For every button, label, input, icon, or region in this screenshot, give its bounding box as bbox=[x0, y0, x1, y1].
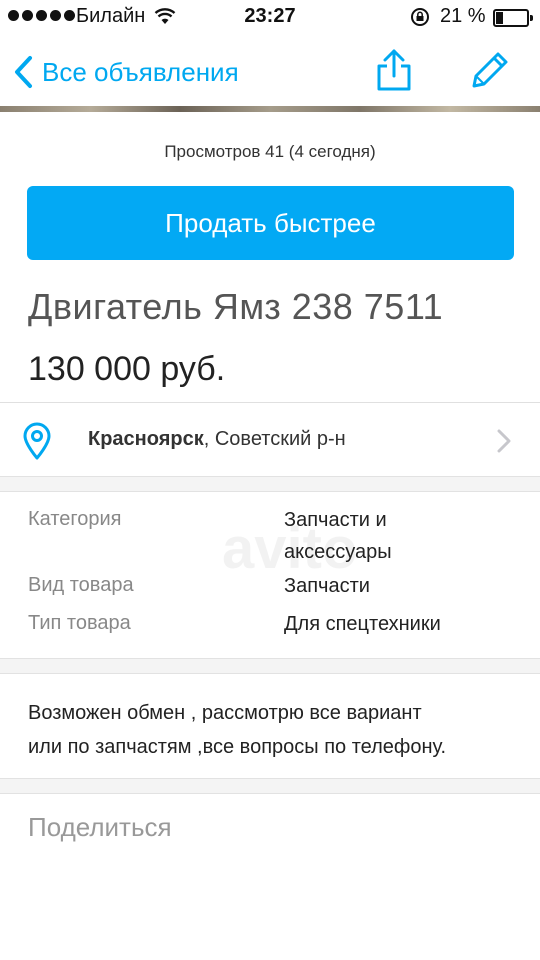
google-plus-icon: G+ bbox=[451, 888, 489, 918]
section-separator bbox=[0, 778, 540, 794]
status-bar: Билайн 23:27 21 % bbox=[0, 0, 540, 36]
views-counter: Просмотров 41 (4 сегодня) bbox=[164, 142, 376, 161]
param-value-line: аксессуары bbox=[284, 541, 392, 563]
facebook-share-button[interactable] bbox=[230, 866, 304, 940]
description-line: Возможен обмен , рассмотрю все вариант bbox=[28, 702, 422, 724]
param-label-item-type: Тип товара bbox=[28, 612, 131, 634]
svg-text:G+: G+ bbox=[451, 888, 489, 918]
location-text: Красноярск, Советский р-н bbox=[88, 428, 346, 451]
share-icon[interactable] bbox=[374, 48, 414, 92]
twitter-icon bbox=[346, 885, 389, 921]
vk-share-button[interactable]: vk bbox=[27, 866, 101, 940]
vk-icon: vk bbox=[47, 888, 81, 918]
navigation-bar: Все объявления bbox=[0, 36, 540, 108]
param-label-item-kind: Вид товара bbox=[28, 574, 134, 596]
odnoklassniki-icon bbox=[152, 880, 180, 926]
location-city: Красноярск bbox=[88, 428, 204, 450]
param-value-line: Запчасти и bbox=[284, 509, 387, 531]
google-plus-share-button[interactable]: G+ bbox=[433, 866, 507, 940]
svg-text:vk: vk bbox=[47, 888, 81, 918]
section-separator bbox=[0, 476, 540, 492]
sell-faster-button[interactable]: Продать быстрее bbox=[27, 186, 514, 260]
photo-gallery-edge[interactable] bbox=[0, 106, 540, 112]
twitter-share-button[interactable] bbox=[331, 866, 405, 940]
facebook-icon bbox=[256, 880, 279, 928]
ad-price: 130 000 руб. bbox=[28, 350, 226, 388]
ad-description: Возможен обмен , рассмотрю все вариант и… bbox=[28, 696, 528, 764]
param-value-item-type: Для спецтехники bbox=[284, 613, 441, 635]
divider bbox=[0, 402, 540, 403]
chevron-left-icon bbox=[15, 56, 32, 88]
pencil-icon[interactable] bbox=[470, 50, 510, 90]
battery-icon bbox=[493, 9, 533, 27]
param-label-category: Категория bbox=[28, 508, 122, 530]
location-district: , Советский р-н bbox=[203, 428, 346, 450]
back-button[interactable]: Все объявления bbox=[12, 52, 239, 92]
battery-percent: 21 % bbox=[440, 5, 486, 27]
back-button-label: Все объявления bbox=[42, 56, 239, 87]
section-separator bbox=[0, 658, 540, 674]
share-section-title: Поделиться bbox=[28, 812, 172, 842]
location-pin-icon bbox=[23, 422, 51, 460]
orientation-lock-icon bbox=[411, 8, 429, 26]
location-row[interactable]: Красноярск, Советский р-н bbox=[0, 404, 540, 476]
param-value-category: Запчасти и аксессуары bbox=[284, 504, 524, 568]
param-value-item-kind: Запчасти bbox=[284, 575, 370, 597]
description-line: или по запчастям ,все вопросы по телефон… bbox=[28, 736, 447, 758]
ad-title: Двигатель Ямз 238 7511 bbox=[28, 286, 444, 327]
odnoklassniki-share-button[interactable] bbox=[129, 866, 203, 940]
chevron-right-icon bbox=[497, 429, 511, 453]
